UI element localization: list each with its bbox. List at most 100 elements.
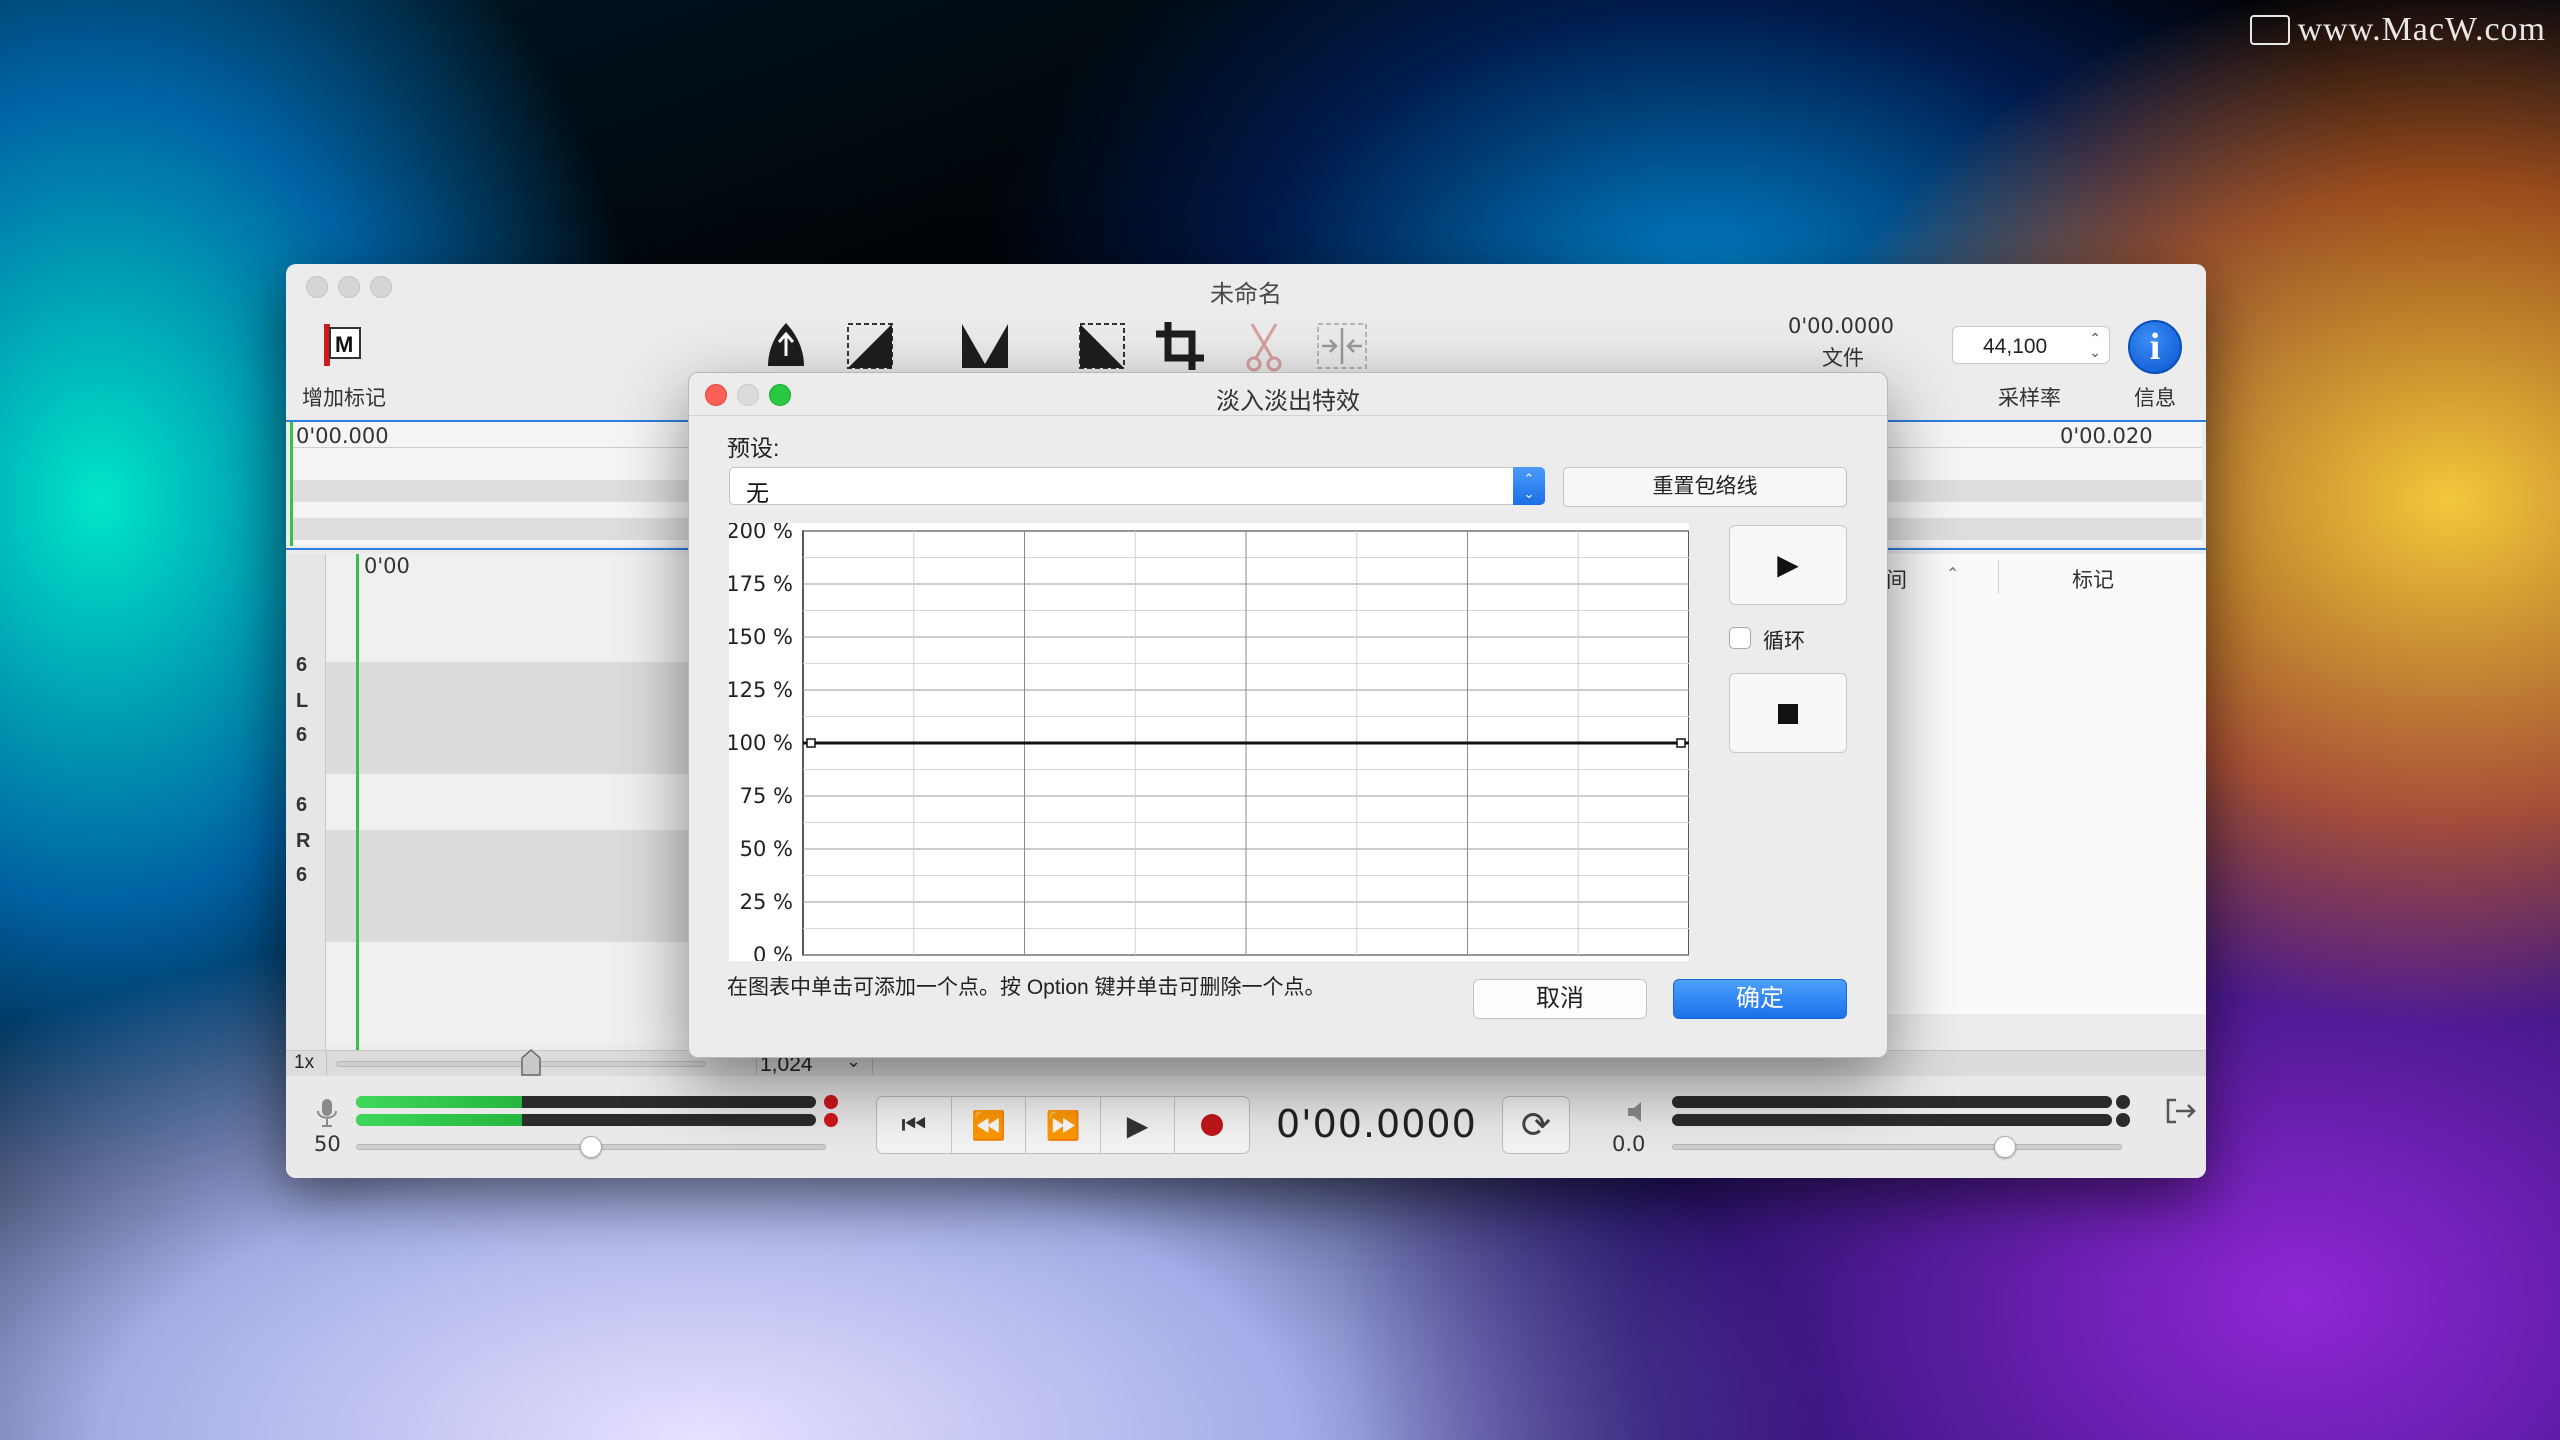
output-level-value: 0.0 xyxy=(1612,1132,1646,1156)
output-volume-slider[interactable] xyxy=(1672,1144,2122,1150)
zoom-slider-knob[interactable] xyxy=(520,1048,542,1077)
waveform-lane-right-2[interactable] xyxy=(326,830,698,886)
waveform-lane-right-3[interactable] xyxy=(326,886,698,942)
watermark: www.MacW.com xyxy=(2249,8,2546,52)
preset-select-arrows-icon[interactable]: ⌃ ⌄ xyxy=(1513,467,1545,505)
track-playhead[interactable] xyxy=(356,554,359,1050)
crop-icon[interactable] xyxy=(1154,320,1206,377)
y-tick-label: 150 % xyxy=(729,625,793,649)
waveform-lane-left-1[interactable] xyxy=(326,606,698,662)
input-clip-indicator-right[interactable] xyxy=(824,1113,838,1127)
y-tick-label: 200 % xyxy=(729,523,793,543)
transport-controls: ⏮ ⏪ ⏩ ▶ xyxy=(876,1096,1250,1154)
input-meter-right-fill xyxy=(356,1114,522,1126)
y-tick-label: 50 % xyxy=(740,837,793,861)
info-label: 信息 xyxy=(2134,387,2176,410)
add-marker-icon[interactable]: M xyxy=(322,322,366,368)
y-tick-label: 75 % xyxy=(740,784,793,808)
zoom-divider xyxy=(326,1051,327,1075)
input-meter-left-fill xyxy=(356,1096,522,1108)
preset-select[interactable]: 无 ⌃ ⌄ xyxy=(729,467,1545,506)
input-level-value: 50 xyxy=(314,1132,341,1156)
loop-checkbox[interactable] xyxy=(1729,627,1751,649)
channel-label: L xyxy=(296,690,309,712)
envelope-chart[interactable]: 200 % 175 % 150 % 125 % 100 % 75 % 50 % 25 % 0 % xyxy=(726,519,1690,967)
y-tick-label: 0 % xyxy=(753,943,793,961)
sample-rate-select[interactable]: 44,100 ⌃ ⌄ xyxy=(1952,326,2110,364)
loop-playback-button[interactable]: ⟳ xyxy=(1502,1096,1570,1154)
add-marker-label: 增加标记 xyxy=(302,387,386,410)
record-icon xyxy=(1201,1114,1224,1136)
y-tick-label: 125 % xyxy=(729,678,793,702)
fast-forward-icon: ⏩ xyxy=(1045,1109,1081,1141)
preset-label: 预设: xyxy=(727,435,780,461)
column-divider xyxy=(1998,560,1999,594)
markers-panel: 间 ⌃ 标记 xyxy=(1886,554,2206,1014)
overview-playhead[interactable] xyxy=(290,422,293,546)
fade-in-icon[interactable] xyxy=(846,322,894,375)
y-tick-label: 100 % xyxy=(729,731,793,755)
sort-ascending-icon[interactable]: ⌃ xyxy=(1946,554,1959,598)
output-meter-right xyxy=(1672,1114,2112,1126)
channel-label: 6 xyxy=(296,724,308,746)
fade-in-out-icon[interactable] xyxy=(960,322,1010,375)
preview-stop-button[interactable] xyxy=(1729,673,1847,753)
input-clip-indicator-left[interactable] xyxy=(824,1095,838,1109)
track-ruler-start: 0'00 xyxy=(364,554,410,578)
output-volume-slider-knob[interactable] xyxy=(1994,1136,2016,1158)
output-meter-left xyxy=(1672,1096,2112,1108)
envelope-point[interactable] xyxy=(806,738,816,748)
channel-label: 6 xyxy=(296,864,308,886)
input-meter-right xyxy=(356,1114,816,1126)
cancel-button[interactable]: 取消 xyxy=(1473,979,1647,1019)
watermark-text: www.MacW.com xyxy=(2297,11,2546,48)
sample-rate-label: 采样率 xyxy=(1998,387,2061,410)
output-clip-indicator-left[interactable] xyxy=(2116,1095,2130,1109)
window-title: 未命名 xyxy=(1210,281,1282,308)
waveform-lane-right-4[interactable] xyxy=(326,942,698,1042)
info-icon[interactable]: i xyxy=(2128,320,2182,374)
amplify-icon[interactable] xyxy=(762,320,810,375)
input-meter-left xyxy=(356,1096,816,1108)
fade-out-icon[interactable] xyxy=(1078,322,1126,375)
waveform-lane-left-2[interactable] xyxy=(326,662,698,718)
skip-to-start-button[interactable]: ⏮ xyxy=(877,1097,952,1153)
markers-header-time[interactable]: 间 xyxy=(1886,554,1907,598)
cut-icon xyxy=(1246,320,1282,377)
microphone-icon xyxy=(316,1098,338,1135)
join-icon xyxy=(1316,322,1368,375)
fast-forward-button[interactable]: ⏩ xyxy=(1026,1097,1101,1153)
play-icon: ▶ xyxy=(1126,1109,1149,1141)
file-label: 文件 xyxy=(1822,347,1864,370)
ok-button[interactable]: 确定 xyxy=(1673,979,1847,1019)
waveform-lane-right-1[interactable] xyxy=(326,774,698,830)
preview-play-button[interactable]: ▶ xyxy=(1729,525,1847,605)
svg-text:M: M xyxy=(335,332,353,357)
loop-icon: ⟳ xyxy=(1520,1104,1552,1145)
output-device-icon[interactable] xyxy=(2166,1098,2196,1129)
ruler-end-time: 0'00.020 xyxy=(2060,424,2153,448)
envelope-point[interactable] xyxy=(1676,738,1686,748)
play-button[interactable]: ▶ xyxy=(1101,1097,1176,1153)
transport-time-display: 0'00.0000 xyxy=(1276,1102,1477,1146)
rewind-button[interactable]: ⏪ xyxy=(952,1097,1027,1153)
ruler-start-time: 0'00.000 xyxy=(296,424,389,448)
input-gain-slider-knob[interactable] xyxy=(580,1136,602,1158)
title-bar: 未命名 xyxy=(286,264,2206,308)
channel-label: 6 xyxy=(296,794,308,816)
file-time: 0'00.0000 xyxy=(1788,314,1894,338)
skip-to-start-icon: ⏮ xyxy=(901,1108,927,1140)
channel-label: R xyxy=(296,830,311,852)
y-tick-label: 175 % xyxy=(729,572,793,596)
envelope-chart-svg[interactable]: 200 % 175 % 150 % 125 % 100 % 75 % 50 % 25 % 0 % xyxy=(726,519,1690,967)
record-button[interactable] xyxy=(1175,1097,1249,1153)
loop-label: 循环 xyxy=(1763,630,1805,653)
chart-hint-text: 在图表中单击可添加一个点。按 Option 键并单击可删除一个点。 xyxy=(727,976,1326,999)
waveform-lane-left-3[interactable] xyxy=(326,718,698,774)
stop-icon xyxy=(1778,704,1798,724)
reset-envelope-button[interactable]: 重置包络线 xyxy=(1563,467,1847,507)
output-clip-indicator-right[interactable] xyxy=(2116,1113,2130,1127)
dialog-title: 淡入淡出特效 xyxy=(1216,388,1360,415)
markers-header-marker[interactable]: 标记 xyxy=(2072,554,2114,598)
channel-label: 6 xyxy=(296,654,308,676)
